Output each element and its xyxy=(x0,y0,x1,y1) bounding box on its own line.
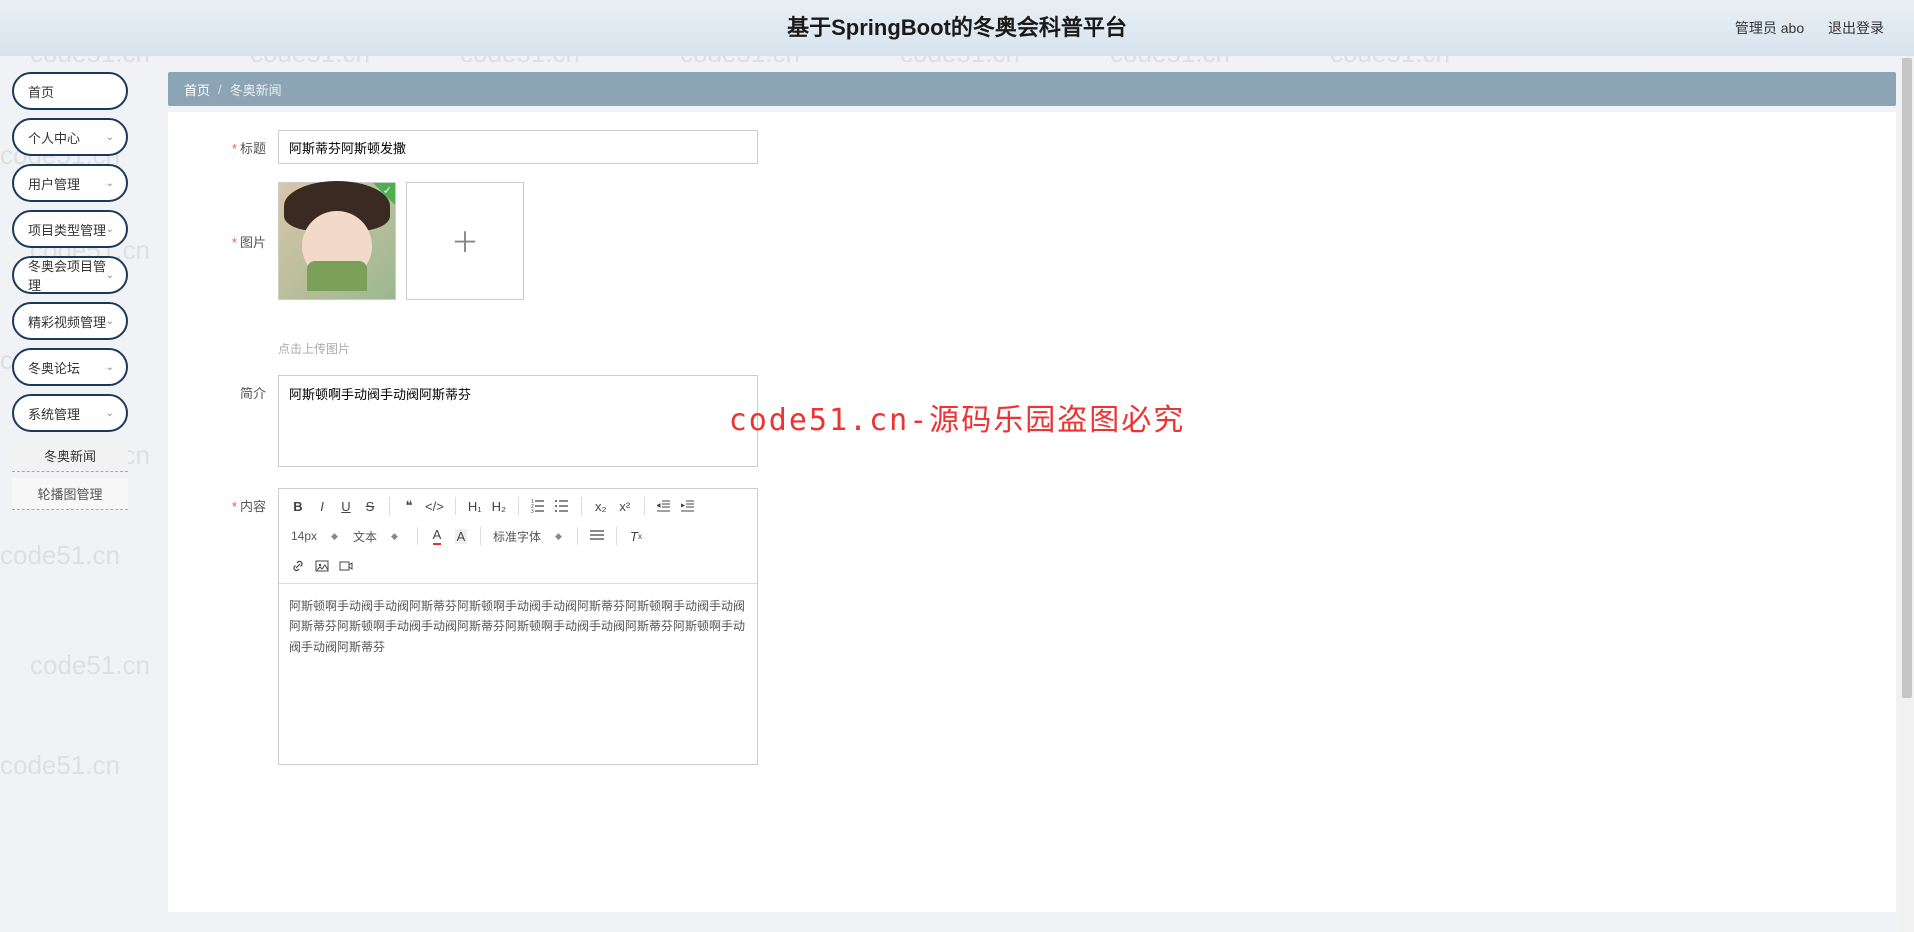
underline-button[interactable]: U xyxy=(335,495,357,517)
strike-button[interactable]: S xyxy=(359,495,381,517)
sidebar-nav: 首页 个人中心⌄ 用户管理⌄ 项目类型管理⌄ 冬奥会项目管理⌄ 精彩视频管理⌄ … xyxy=(0,56,140,932)
h2-button[interactable]: H₂ xyxy=(488,495,510,517)
title-input[interactable] xyxy=(278,130,758,164)
subscript-button[interactable]: x₂ xyxy=(590,495,612,517)
title-label: *标题 xyxy=(198,130,278,157)
sidebar-item-forum[interactable]: 冬奥论坛⌄ xyxy=(12,348,128,386)
sidebar-item-home[interactable]: 首页 xyxy=(12,72,128,110)
sidebar-subitem-carousel[interactable]: 轮播图管理 xyxy=(12,478,128,510)
plus-icon: ＋ xyxy=(451,221,479,261)
editor-toolbar: B I U S ❝ </> H₁ H₂ 123 xyxy=(279,489,757,584)
chevron-down-icon: ⌄ xyxy=(106,316,114,327)
chevron-down-icon: ⌄ xyxy=(106,224,114,235)
upload-add-button[interactable]: ＋ xyxy=(406,182,524,300)
uploaded-image-thumb[interactable]: ✓ xyxy=(278,182,396,300)
avatar-image xyxy=(279,183,395,299)
unordered-list-button[interactable] xyxy=(551,495,573,517)
sidebar-item-videos[interactable]: 精彩视频管理⌄ xyxy=(12,302,128,340)
sidebar-subitem-news[interactable]: 冬奥新闻 xyxy=(12,440,128,472)
clear-format-button[interactable]: Tx xyxy=(625,525,647,547)
chevron-down-icon: ⌄ xyxy=(106,178,114,189)
text-type-select[interactable]: 文本◆ xyxy=(349,526,409,547)
bg-color-button[interactable]: A xyxy=(450,525,472,547)
sidebar-item-system[interactable]: 系统管理⌄ xyxy=(12,394,128,432)
chevron-down-icon: ⌄ xyxy=(106,270,114,281)
link-button[interactable] xyxy=(287,555,309,577)
upload-hint: 点击上传图片 xyxy=(278,340,524,357)
image-button[interactable] xyxy=(311,555,333,577)
h1-button[interactable]: H₁ xyxy=(464,495,486,517)
sidebar-item-users[interactable]: 用户管理⌄ xyxy=(12,164,128,202)
video-button[interactable] xyxy=(335,555,357,577)
main-content: 首页 / 冬奥新闻 *标题 *图片 ✓ xyxy=(150,56,1914,932)
font-family-select[interactable]: 标准字体◆ xyxy=(489,526,569,547)
breadcrumb-current: 冬奥新闻 xyxy=(230,80,282,99)
chevron-down-icon: ⌄ xyxy=(106,408,114,419)
breadcrumb-home[interactable]: 首页 xyxy=(184,80,210,99)
content-label: *内容 xyxy=(198,488,278,515)
image-label: *图片 xyxy=(198,182,278,251)
svg-text:3: 3 xyxy=(531,509,534,513)
ordered-list-button[interactable]: 123 xyxy=(527,495,549,517)
outdent-button[interactable] xyxy=(653,495,675,517)
bold-button[interactable]: B xyxy=(287,495,309,517)
chevron-down-icon: ⌄ xyxy=(106,362,114,373)
logout-link[interactable]: 退出登录 xyxy=(1828,20,1884,36)
app-header: 基于SpringBoot的冬奥会科普平台 管理员 abo 退出登录 xyxy=(0,0,1914,56)
align-button[interactable] xyxy=(586,525,608,547)
breadcrumb: 首页 / 冬奥新闻 xyxy=(168,72,1896,106)
rich-text-editor: B I U S ❝ </> H₁ H₂ 123 xyxy=(278,488,758,765)
sidebar-item-profile[interactable]: 个人中心⌄ xyxy=(12,118,128,156)
sidebar-item-project-types[interactable]: 项目类型管理⌄ xyxy=(12,210,128,248)
superscript-button[interactable]: x² xyxy=(614,495,636,517)
sidebar-item-olympic-projects[interactable]: 冬奥会项目管理⌄ xyxy=(12,256,128,294)
chevron-down-icon: ⌄ xyxy=(106,132,114,143)
editor-content[interactable]: 阿斯顿啊手动阀手动阀阿斯蒂芬阿斯顿啊手动阀手动阀阿斯蒂芬阿斯顿啊手动阀手动阀阿斯… xyxy=(279,584,757,764)
intro-label: 简介 xyxy=(198,375,278,402)
italic-button[interactable]: I xyxy=(311,495,333,517)
success-check-icon: ✓ xyxy=(383,184,392,197)
quote-button[interactable]: ❝ xyxy=(398,495,420,517)
font-size-select[interactable]: 14px◆ xyxy=(287,527,347,545)
code-button[interactable]: </> xyxy=(422,495,447,517)
intro-textarea[interactable]: 阿斯顿啊手动阀手动阀阿斯蒂芬 xyxy=(278,375,758,467)
admin-user-label[interactable]: 管理员 abo xyxy=(1735,20,1804,36)
app-title: 基于SpringBoot的冬奥会科普平台 xyxy=(787,10,1127,42)
indent-button[interactable] xyxy=(677,495,699,517)
font-color-button[interactable]: A xyxy=(426,525,448,547)
